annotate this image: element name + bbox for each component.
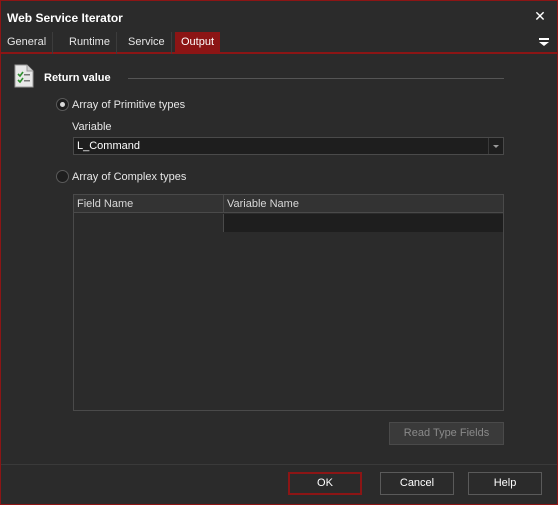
column-header-field-name[interactable]: Field Name	[74, 195, 224, 213]
variable-dropdown[interactable]: L_Command	[73, 137, 504, 155]
tab-service[interactable]: Service	[122, 32, 172, 54]
close-button[interactable]: ✕	[531, 7, 549, 25]
primitive-types-radio[interactable]	[56, 98, 69, 111]
tab-output[interactable]: Output	[175, 32, 221, 54]
variable-value: L_Command	[77, 140, 140, 152]
complex-types-radio[interactable]	[56, 170, 69, 183]
variable-name-cell[interactable]	[224, 214, 503, 232]
column-header-variable-name[interactable]: Variable Name	[224, 195, 503, 213]
dialog-footer: OK Cancel Help	[1, 464, 557, 504]
title-bar: Web Service Iterator ✕	[1, 1, 557, 32]
field-name-cell[interactable]	[74, 214, 224, 232]
tab-runtime[interactable]: Runtime	[63, 32, 117, 54]
variable-label: Variable	[72, 121, 112, 133]
chevron-down-icon[interactable]	[488, 138, 503, 154]
ok-button[interactable]: OK	[288, 472, 362, 495]
help-button[interactable]: Help	[468, 472, 542, 495]
cancel-button[interactable]: Cancel	[380, 472, 454, 495]
field-mapping-grid: Field Name Variable Name	[73, 194, 504, 411]
section-title: Return value	[44, 72, 111, 84]
menu-icon[interactable]	[537, 35, 551, 49]
table-row[interactable]	[74, 214, 503, 232]
section-divider	[128, 78, 504, 79]
primitive-types-label[interactable]: Array of Primitive types	[72, 99, 185, 111]
read-type-fields-button[interactable]: Read Type Fields	[389, 422, 504, 445]
dialog-window: Web Service Iterator ✕ General Runtime S…	[0, 0, 558, 505]
checklist-icon	[14, 64, 34, 88]
grid-header: Field Name Variable Name	[74, 195, 503, 213]
tab-general[interactable]: General	[1, 32, 54, 54]
tab-bar: General Runtime Service Output	[1, 32, 557, 54]
window-title: Web Service Iterator	[7, 11, 123, 25]
output-panel: Return value Array of Primitive types Va…	[4, 56, 554, 464]
complex-types-label[interactable]: Array of Complex types	[72, 171, 186, 183]
